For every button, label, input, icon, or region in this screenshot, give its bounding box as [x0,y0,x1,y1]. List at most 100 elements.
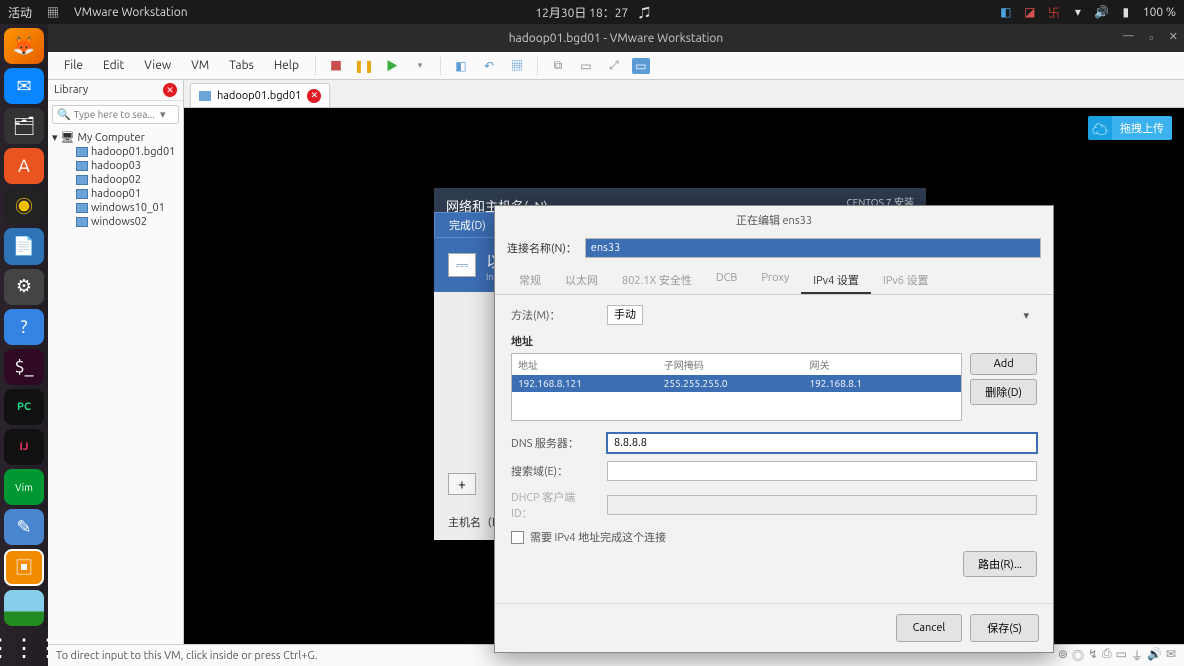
method-label: 方法(M)： [511,307,597,323]
menu-vm[interactable]: VM [183,57,217,74]
battery-icon[interactable]: ▮ [1119,5,1133,19]
menu-help[interactable]: Help [266,57,307,74]
dock-pycharm-icon[interactable]: PC [4,389,44,425]
library-search[interactable]: 🔍 ▾ [52,105,179,124]
method-select[interactable]: 手动 [607,305,643,325]
vmware-indicator-icon: ▦ [46,5,60,19]
tab-8021x[interactable]: 802.1X 安全性 [610,268,704,294]
dock-thunderbird-icon[interactable]: ✉ [4,68,44,104]
tab-ipv6[interactable]: IPv6 设置 [871,268,941,294]
save-button[interactable]: 保存(S) [970,614,1039,642]
ethernet-icon: ⎓ [448,253,476,277]
library-search-input[interactable] [74,109,160,120]
tab-proxy[interactable]: Proxy [749,268,801,294]
toolbar-fullscreen-icon[interactable]: ⤢ [604,56,624,76]
toolbar-stop-icon[interactable]: ■ [326,56,346,76]
dock-help-icon[interactable]: ? [4,309,44,345]
upload-button[interactable]: ☁ 拖拽上传 [1088,116,1172,140]
search-domain-input[interactable] [607,461,1037,481]
tree-vm-5[interactable]: windows02 [52,215,179,229]
cell-address: 192.168.8.121 [518,378,664,389]
window-maximize-icon[interactable]: ▫ [1146,30,1157,46]
tab-general[interactable]: 常规 [507,268,553,294]
addresses-table[interactable]: 地址 子网掩码 网关 192.168.8.121 255.255.255.0 1… [511,353,962,421]
toolbar-play-dropdown-icon[interactable]: ▾ [410,56,430,76]
menu-tabs[interactable]: Tabs [221,57,262,74]
dock-vim-icon[interactable]: Vim [4,469,44,505]
done-button[interactable]: 完成(D) [434,212,501,238]
add-interface-button[interactable]: + [448,473,476,495]
clock-label[interactable]: 12月30日 18：27 [535,7,628,20]
dock-terminal-icon[interactable]: $_ [4,349,44,385]
tree-root[interactable]: ▾ 🖥 My Computer [52,130,179,145]
status-display-icon[interactable]: ▭ [1116,647,1127,664]
activities-label[interactable]: 活动 [8,4,32,21]
dock-intellij-icon[interactable]: IJ [4,429,44,465]
require-ipv4-checkbox[interactable] [511,531,524,544]
tray-icon-3[interactable]: 卐 [1047,5,1061,19]
status-print-icon[interactable]: ⎙ [1102,647,1112,664]
toolbar-play-icon[interactable]: ▶ [382,56,402,76]
tray-icon-1[interactable]: ◧ [999,5,1013,19]
tree-root-label: My Computer [78,132,145,144]
dock-files-icon[interactable]: 🗂 [4,108,44,144]
library-close-icon[interactable]: ✕ [163,83,177,97]
status-usb-icon[interactable]: ⏚ [1131,647,1143,664]
toolbar-unity-icon[interactable]: ⧉ [548,56,568,76]
tree-vm-2[interactable]: hadoop02 [52,173,179,187]
delete-address-button[interactable]: 删除(D) [970,379,1037,405]
dock-software-icon[interactable]: A [4,148,44,184]
tree-vm-0[interactable]: hadoop01.bgd01 [52,145,179,159]
dns-input[interactable] [607,433,1037,453]
add-address-button[interactable]: Add [970,353,1037,375]
tree-vm-3[interactable]: hadoop01 [52,187,179,201]
tab-ethernet[interactable]: 以太网 [553,268,610,294]
cell-gateway: 192.168.8.1 [810,378,956,389]
notification-bell-icon[interactable]: ♫ [639,7,651,20]
status-msg-icon[interactable]: ✉ [1166,647,1176,664]
menu-view[interactable]: View [136,57,179,74]
cancel-button[interactable]: Cancel [896,614,963,642]
tray-icon-2[interactable]: ◪ [1023,5,1037,19]
dock-image-icon[interactable] [4,590,44,626]
dock-settings-icon[interactable]: ⚙ [4,269,44,305]
window-titlebar: hadoop01.bgd01 - VMware Workstation — ▫ … [48,24,1184,52]
col-gateway: 网关 [810,357,956,372]
toolbar-stretch-icon[interactable]: ▭ [632,58,650,74]
tab-dcb[interactable]: DCB [704,268,750,294]
volume-icon[interactable]: 🔊 [1095,5,1109,19]
address-row[interactable]: 192.168.8.121 255.255.255.0 192.168.8.1 [512,375,961,392]
menu-file[interactable]: File [56,57,91,74]
routes-button[interactable]: 路由(R)... [963,551,1037,577]
toolbar-snapshot-icon[interactable]: ◧ [451,56,471,76]
wifi-icon[interactable]: ▾ [1071,5,1085,19]
status-sound-icon[interactable]: 🔊 [1147,647,1162,664]
toolbar-console-icon[interactable]: ▭ [576,56,596,76]
dock-vmware-icon[interactable]: ▣ [4,549,44,585]
status-net-icon[interactable]: ↯ [1088,647,1098,664]
vm-console[interactable]: ☁ 拖拽上传 网络和主机名(_N) CENTOS 7 安装 完成(D) 帮助！ … [184,108,1184,644]
tab-vm[interactable]: hadoop01.bgd01 ✕ [190,83,330,107]
window-close-icon[interactable]: ✕ [1169,30,1178,46]
search-icon: 🔍 [57,108,71,121]
status-cd-icon[interactable]: ◎ [1072,647,1084,664]
status-disk-icon[interactable]: ⊚ [1058,647,1068,664]
tree-vm-1[interactable]: hadoop03 [52,159,179,173]
dock-writer-icon[interactable]: 📄 [4,228,44,264]
dock-show-apps-icon[interactable]: ⋮⋮⋮ [4,630,44,666]
dock-gedit-icon[interactable]: ✎ [4,509,44,545]
menu-edit[interactable]: Edit [95,57,132,74]
tab-ipv4[interactable]: IPv4 设置 [801,268,871,294]
tab-close-icon[interactable]: ✕ [307,89,321,103]
window-minimize-icon[interactable]: — [1123,30,1134,46]
connection-name-input[interactable] [585,238,1041,258]
toolbar-manage-icon[interactable]: ▦ [507,56,527,76]
toolbar-revert-icon[interactable]: ↶ [479,56,499,76]
dock-firefox-icon[interactable]: 🦊 [4,28,44,64]
tree-vm-label: hadoop01 [91,188,141,200]
search-dropdown-icon[interactable]: ▾ [160,108,174,121]
toolbar-pause-icon[interactable]: ❚❚ [354,56,374,76]
dock-rhythmbox-icon[interactable]: ◉ [4,188,44,224]
tree-vm-4[interactable]: windows10_01 [52,201,179,215]
tree-vm-label: windows10_01 [91,202,165,214]
